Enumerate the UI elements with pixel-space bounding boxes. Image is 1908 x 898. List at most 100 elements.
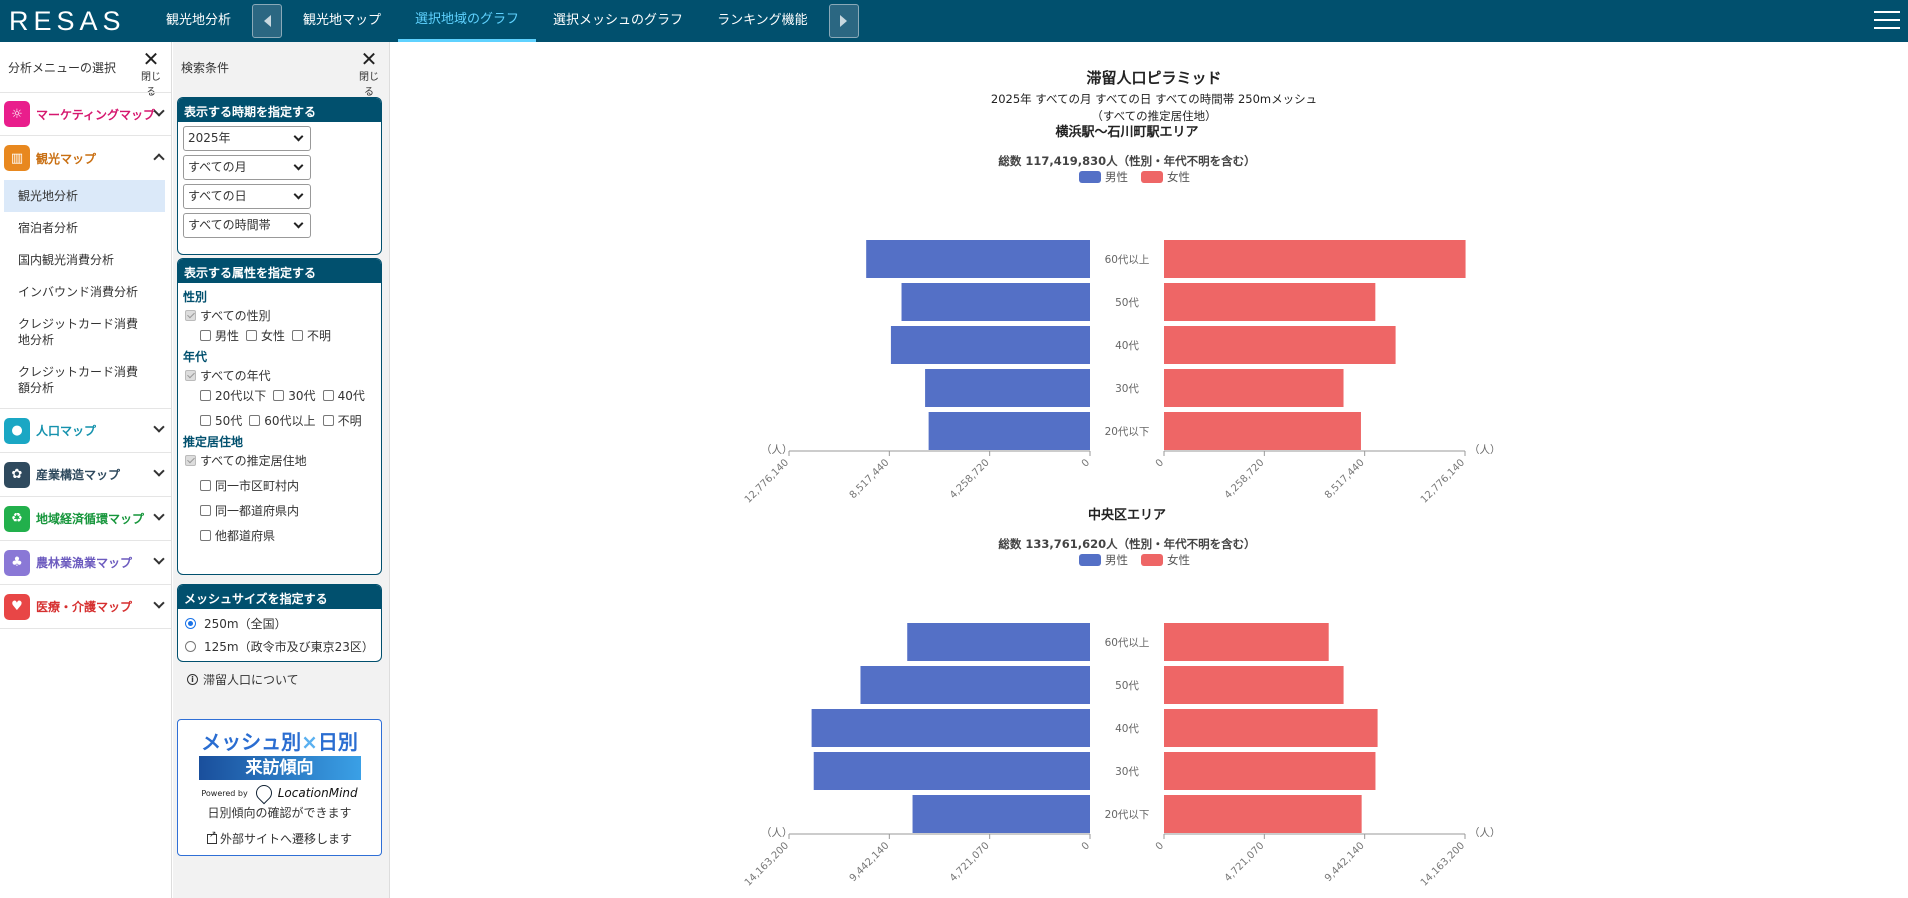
- age-60-label: 60代以上: [264, 413, 316, 428]
- month-select[interactable]: すべての月: [183, 155, 311, 180]
- age-category-label: 40代: [1115, 723, 1139, 735]
- submenu-lodging-analysis[interactable]: 宿泊者分析: [0, 212, 171, 244]
- period-box: 表示する時期を指定する 2025年 すべての月 すべての日 すべての時間帯: [177, 97, 382, 255]
- age-category-label: 50代: [1115, 680, 1139, 692]
- menu-label: 地域経済循環マップ: [36, 512, 145, 526]
- close-icon: ✕: [360, 47, 378, 71]
- mesh-125-label: 125m（政令市及び東京23区）: [204, 640, 374, 654]
- age-50-checkbox[interactable]: [200, 414, 211, 426]
- submenu-domestic-consumption[interactable]: 国内観光消費分析: [0, 244, 171, 276]
- close-icon: ✕: [142, 47, 160, 71]
- x-tick-label-right: 4,258,720: [1223, 457, 1267, 501]
- x-tick-label-left: 8,517,440: [848, 457, 892, 501]
- nav-tourism-analysis[interactable]: 観光地分析: [149, 0, 248, 42]
- close-menu-button[interactable]: ✕ 閉じる: [137, 47, 165, 98]
- gender-female-label: 女性: [261, 328, 286, 343]
- x-tick-label-left: 4,258,720: [948, 457, 992, 501]
- chevron-down-icon: [293, 131, 304, 142]
- banner-subtitle: 来訪傾向: [198, 756, 361, 780]
- menu-tourism-map[interactable]: ▥ 観光マップ: [0, 136, 171, 180]
- menu-population-map[interactable]: ● 人口マップ: [0, 409, 171, 453]
- mesh-250-label: 250m（全国）: [204, 617, 287, 631]
- age-unknown-checkbox[interactable]: [322, 414, 334, 426]
- gender-male-checkbox[interactable]: [200, 329, 211, 341]
- mesh-125-radio[interactable]: [185, 641, 196, 652]
- menu-label: 産業構造マップ: [36, 468, 121, 482]
- menu-medical-map[interactable]: ♥ 医療・介護マップ: [0, 585, 171, 629]
- menu-agriculture-map[interactable]: ♣ 農林業漁業マップ: [0, 541, 171, 585]
- recycle-icon: ♻: [4, 505, 30, 532]
- chevron-down-icon: [153, 421, 165, 433]
- submenu-inbound-consumption[interactable]: インバウンド消費分析: [0, 276, 171, 308]
- nav-region-graph[interactable]: 選択地域のグラフ: [398, 0, 537, 42]
- submenu-tourism-analysis[interactable]: 観光地分析: [4, 180, 165, 212]
- resas-logo[interactable]: RESAS: [9, 6, 149, 37]
- gender-unknown-checkbox[interactable]: [292, 329, 304, 341]
- unit-label-right: （人）: [1469, 827, 1501, 839]
- legend-label-female: 女性: [1167, 553, 1190, 567]
- nav-tourism-map[interactable]: 観光地マップ: [286, 0, 398, 42]
- residence-same-pref-checkbox[interactable]: [200, 504, 211, 516]
- age-60-checkbox[interactable]: [249, 414, 261, 426]
- bar-female: [1164, 283, 1376, 321]
- day-select[interactable]: すべての日: [183, 184, 311, 209]
- age-50-label: 50代: [215, 413, 243, 428]
- legend-label-male: 男性: [1105, 553, 1128, 567]
- age-all-checkbox[interactable]: [185, 369, 196, 381]
- submenu-credit-place[interactable]: クレジットカード消費地分析: [0, 308, 140, 356]
- search-conditions-panel: 検索条件 ✕ 閉じる 表示する時期を指定する 2025年 すべての月 すべての日…: [173, 42, 390, 898]
- population-info-link[interactable]: i 滞留人口について: [187, 671, 299, 688]
- menu-marketing-map[interactable]: ☼ マーケティングマップ: [0, 92, 171, 136]
- menu-label: 観光マップ: [36, 151, 97, 166]
- x-tick-label-right: 0: [1154, 840, 1166, 852]
- close-conditions-button[interactable]: ✕ 閉じる: [355, 47, 383, 98]
- year-select[interactable]: 2025年: [183, 126, 311, 151]
- x-tick-label-left: 4,721,070: [948, 840, 992, 884]
- time-value: すべての時間帯: [188, 218, 271, 232]
- nav-next-arrow-icon[interactable]: [828, 4, 859, 38]
- unit-label-right: （人）: [1469, 444, 1501, 456]
- gender-all-checkbox[interactable]: [185, 309, 196, 321]
- gender-all-label: すべての性別: [200, 308, 271, 323]
- lightbulb-icon: ☼: [4, 101, 30, 127]
- mesh-daily-banner[interactable]: メッシュ別×日別 来訪傾向 Powered by LocationMind 日別…: [177, 719, 382, 856]
- info-icon: i: [187, 674, 198, 685]
- age-30-checkbox[interactable]: [273, 389, 285, 401]
- mesh-size-box: メッシュサイズを指定する 250m（全国） 125m（政令市及び東京23区）: [177, 584, 382, 662]
- age-30-label: 30代: [288, 388, 316, 403]
- menu-economy-cycle-map[interactable]: ♻ 地域経済循環マップ: [0, 497, 171, 541]
- hamburger-menu-icon[interactable]: [1874, 11, 1900, 31]
- bar-male: [925, 369, 1090, 407]
- year-value: 2025年: [188, 131, 231, 145]
- attributes-header: 表示する属性を指定する: [178, 259, 381, 283]
- nav-mesh-graph[interactable]: 選択メッシュのグラフ: [536, 0, 700, 42]
- x-tick-label-right: 4,721,070: [1223, 840, 1267, 884]
- residence-other-pref-checkbox[interactable]: [200, 529, 211, 541]
- age-40-checkbox[interactable]: [322, 389, 334, 401]
- time-select[interactable]: すべての時間帯: [183, 213, 311, 238]
- people-icon: ●: [4, 417, 30, 444]
- mesh-250-radio[interactable]: [185, 618, 196, 629]
- residence-all-checkbox[interactable]: [185, 454, 196, 466]
- submenu-credit-amount[interactable]: クレジットカード消費額分析: [0, 356, 140, 404]
- age-category-label: 50代: [1115, 297, 1139, 309]
- residence-group-label: 推定居住地: [183, 435, 244, 449]
- menu-label: 農林業漁業マップ: [36, 556, 133, 570]
- unit-label-left: （人）: [761, 444, 793, 456]
- gender-female-checkbox[interactable]: [246, 329, 258, 341]
- chart-total-label: 総数 133,761,620人（性別・年代不明を含む）: [998, 537, 1255, 551]
- bar-female: [1164, 240, 1466, 278]
- chevron-down-icon: [293, 189, 304, 200]
- chevron-down-icon: [293, 218, 304, 229]
- banner-desc: 日別傾向の確認ができます: [207, 806, 352, 820]
- nav-prev-arrow-icon[interactable]: [252, 4, 283, 38]
- nav-ranking[interactable]: ランキング機能: [700, 0, 825, 42]
- menu-label: 人口マップ: [36, 424, 97, 438]
- gears-icon: ✿: [4, 461, 30, 488]
- x-tick-label-left: 9,442,140: [848, 840, 892, 884]
- age-20-checkbox[interactable]: [200, 389, 211, 401]
- menu-industry-map[interactable]: ✿ 産業構造マップ: [0, 453, 171, 497]
- residence-same-city-checkbox[interactable]: [200, 479, 211, 491]
- location-pin-icon: [252, 781, 276, 805]
- age-group-label: 年代: [183, 350, 208, 364]
